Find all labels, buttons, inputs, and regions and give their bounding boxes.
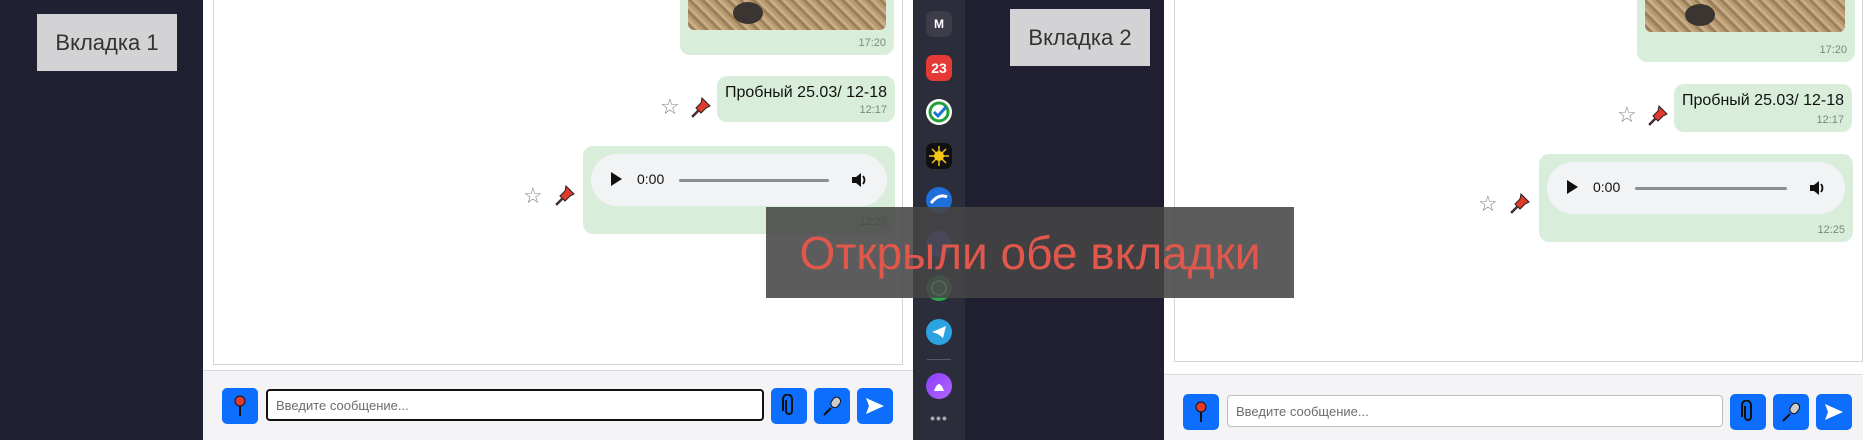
screen: Вкладка 1 17:20 ☆ Пробный 25.03/ 12-18 1… [0,0,1863,440]
dock-separator [927,359,951,360]
input-bar-1: Введите сообщение... [203,370,913,440]
message-input[interactable]: Введите сообщение... [1227,395,1723,427]
message-list-2: 17:20 ☆ Пробный 25.03/ 12-18 12:17 ☆ 0:0… [1174,0,1863,362]
text-message[interactable]: Пробный 25.03/ 12-18 12:17 [717,76,895,122]
send-button[interactable] [857,388,893,424]
volume-icon[interactable] [849,170,869,190]
microphone-button[interactable] [1773,394,1809,430]
text-message[interactable]: Пробный 25.03/ 12-18 12:17 [1674,84,1852,132]
send-icon [866,398,884,414]
calendar-icon[interactable]: 23 [926,55,952,81]
message-time: 12:17 [1816,114,1844,126]
photo-image [688,0,886,30]
photo-message[interactable]: 17:20 [1637,0,1855,62]
photo-image [1645,0,1845,32]
message-time: 17:20 [1819,44,1847,56]
mail-icon[interactable]: M [926,11,952,37]
audio-message: 0:00 12:25 [1539,154,1853,242]
paperclip-icon [1741,400,1752,421]
message-time: 12:17 [859,104,887,116]
star-burst-icon[interactable] [926,143,952,169]
play-icon[interactable] [1567,180,1578,194]
microphone-button[interactable] [814,388,850,424]
microphone-icon [1782,402,1801,422]
check-app-icon[interactable] [926,99,952,125]
audio-player[interactable]: 0:00 [591,154,887,206]
photo-message[interactable]: 17:20 [680,0,894,55]
message-input[interactable]: Введите сообщение... [266,389,764,421]
message-time: 17:20 [858,37,886,49]
location-button[interactable] [1183,394,1219,430]
audio-time: 0:00 [637,171,665,187]
message-list-1: 17:20 ☆ Пробный 25.03/ 12-18 12:17 ☆ 0:0… [213,0,903,365]
attach-button[interactable] [1730,394,1766,430]
tab-2-label: Вкладка 2 [1010,9,1150,66]
attach-button[interactable] [771,388,807,424]
pin-icon[interactable] [554,184,576,206]
caption-overlay: Открыли обе вкладки [766,207,1294,298]
tab-1-label: Вкладка 1 [37,14,177,71]
pin-icon[interactable] [690,96,712,118]
send-button[interactable] [1816,394,1852,430]
send-icon [1825,404,1843,420]
volume-icon[interactable] [1807,178,1827,198]
message-time: 12:25 [1817,224,1845,236]
star-icon[interactable]: ☆ [1617,104,1637,126]
audio-time: 0:00 [1593,179,1621,195]
star-icon[interactable]: ☆ [660,96,680,118]
star-icon[interactable]: ☆ [1478,193,1498,215]
message-text: Пробный 25.03/ 12-18 [725,84,888,101]
location-pin-icon [1195,401,1207,422]
message-text: Пробный 25.03/ 12-18 [1682,92,1845,109]
alice-icon[interactable] [926,373,952,399]
more-icon[interactable]: ••• [926,405,952,431]
telegram-icon[interactable] [926,319,952,345]
pin-icon[interactable] [1509,192,1531,214]
input-bar-2: Введите сообщение... [1164,374,1863,440]
play-icon[interactable] [611,172,622,186]
audio-progress[interactable] [679,179,829,182]
pin-icon[interactable] [1647,104,1669,126]
location-button[interactable] [222,388,258,424]
microphone-icon [823,396,842,416]
location-pin-icon [234,395,246,416]
paperclip-icon [782,394,793,415]
audio-progress[interactable] [1635,187,1787,190]
star-icon[interactable]: ☆ [523,185,543,207]
audio-player[interactable]: 0:00 [1547,162,1845,214]
